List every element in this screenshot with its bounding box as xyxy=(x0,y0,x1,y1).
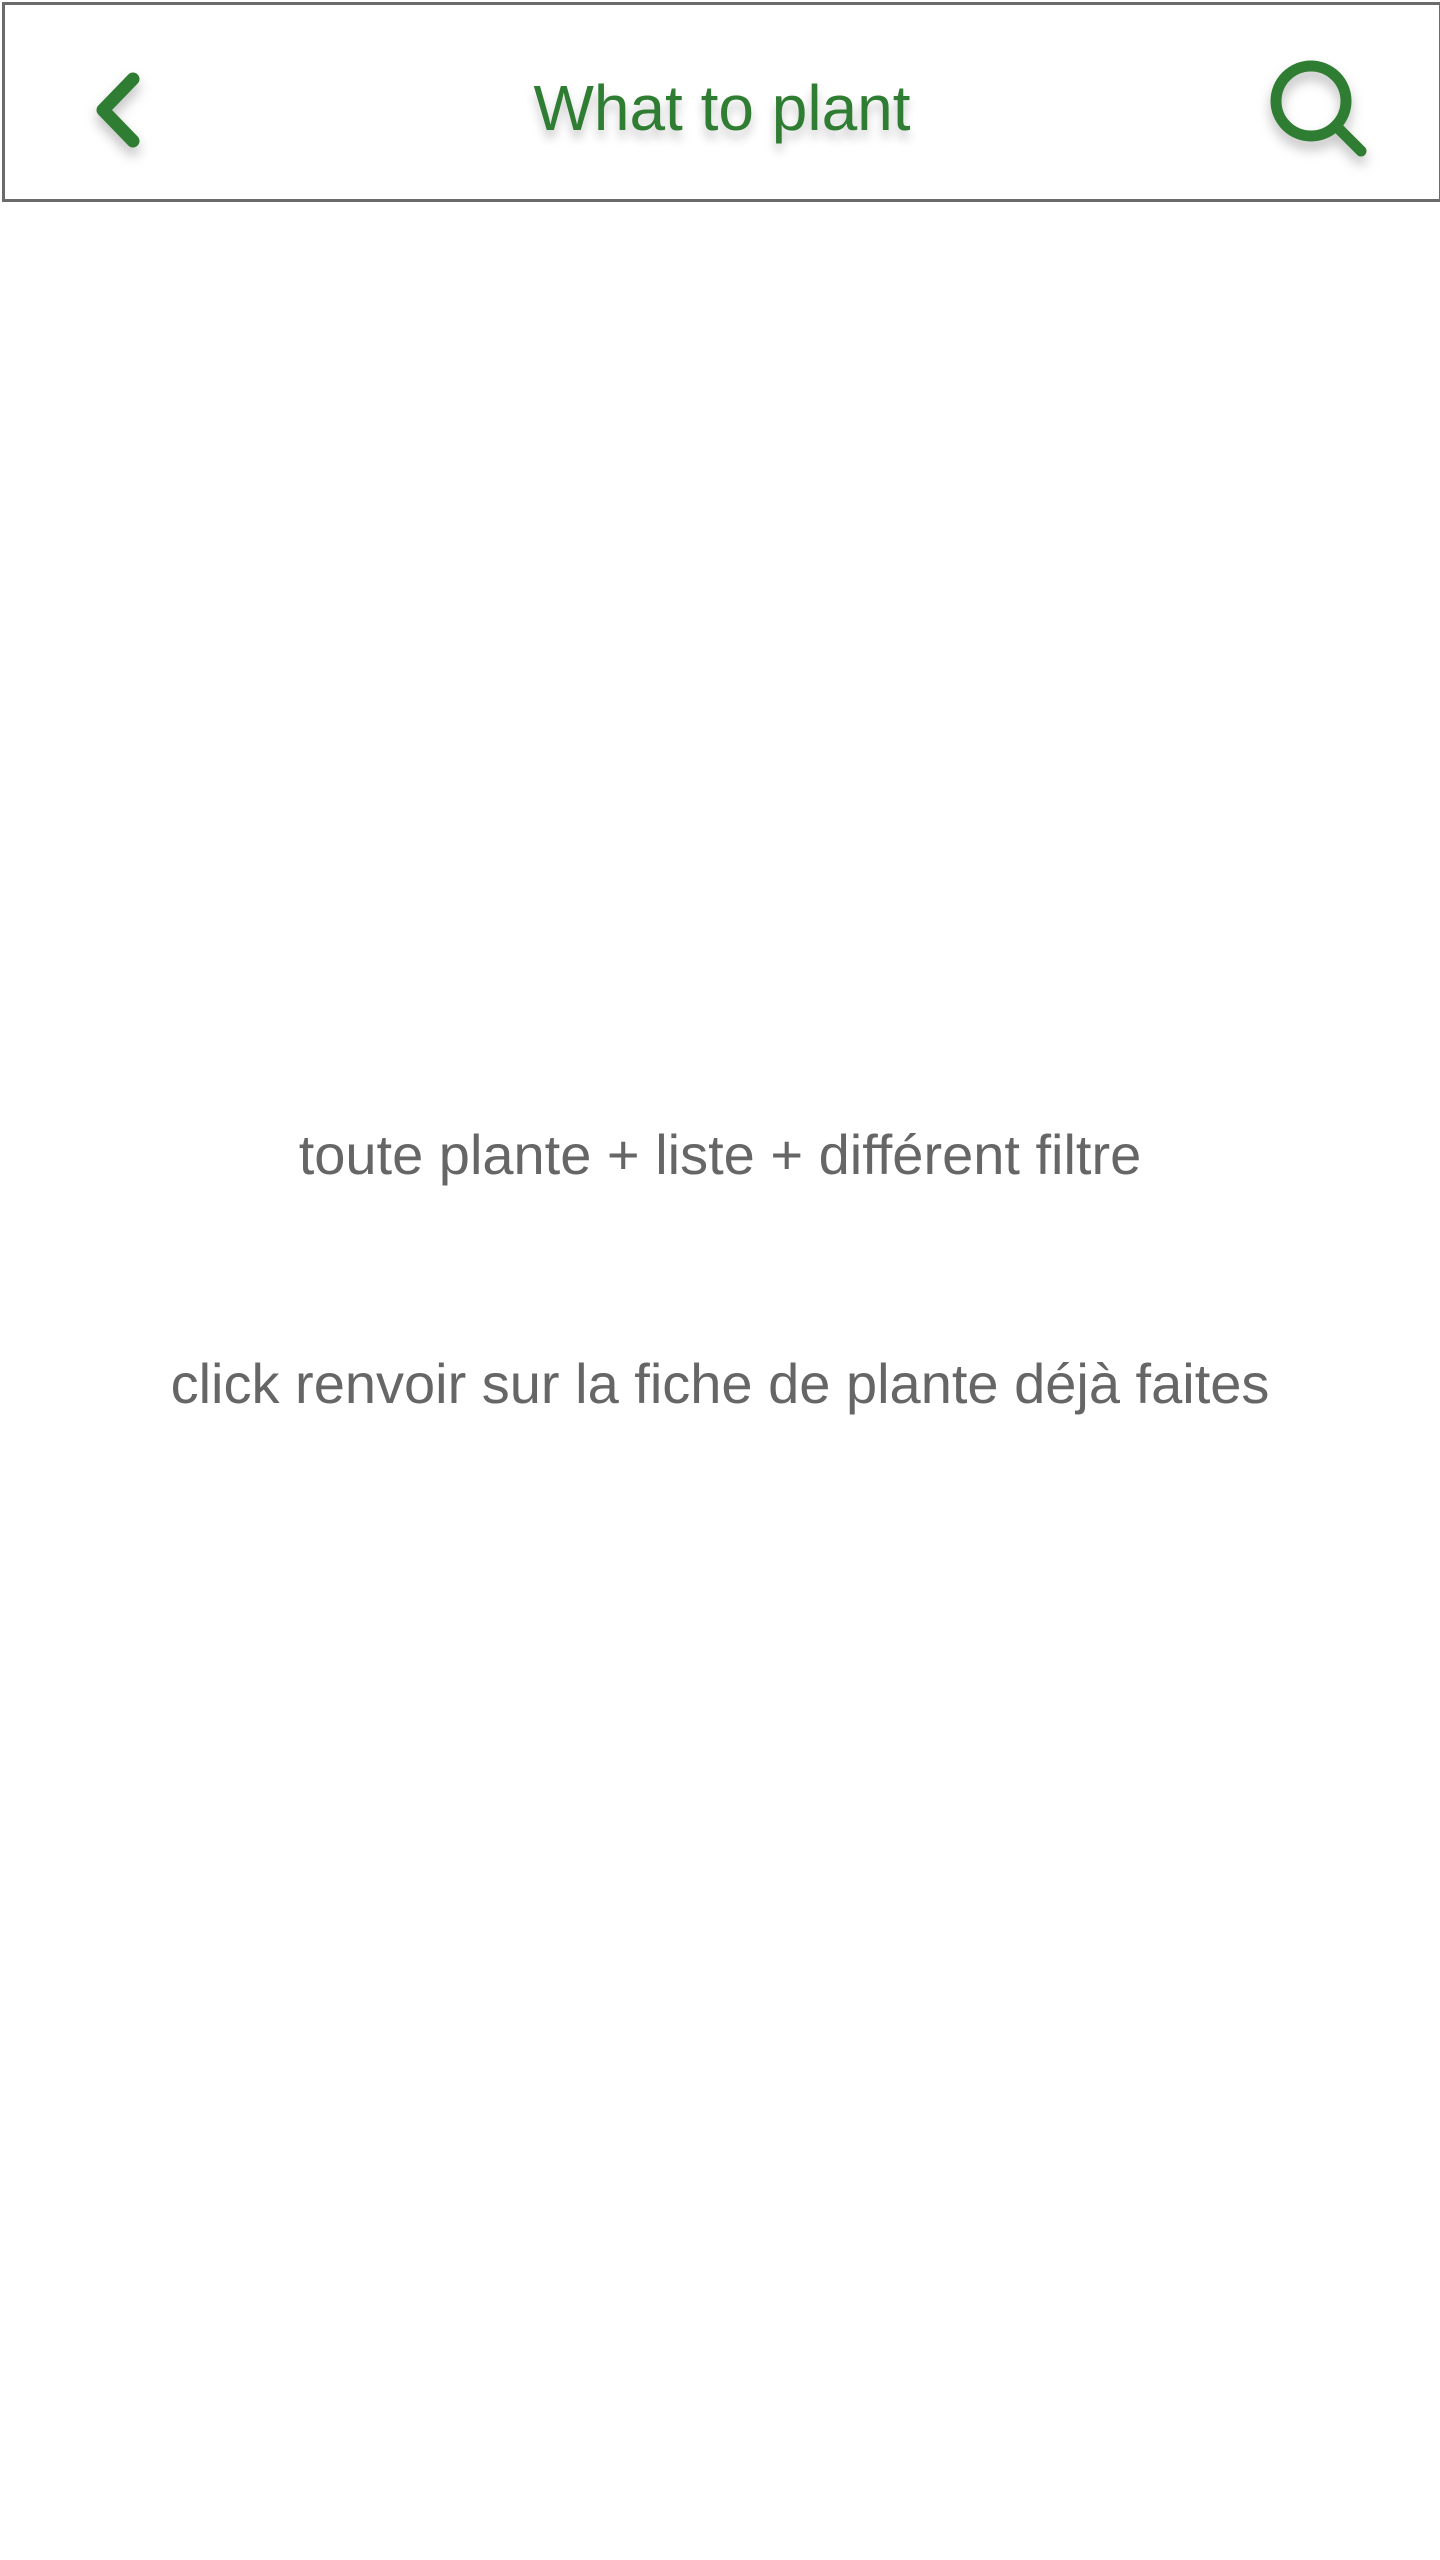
page-title: What to plant xyxy=(533,72,911,144)
placeholder-text-line: toute plante + liste + différent filtre xyxy=(298,1123,1142,1186)
search-icon xyxy=(1265,55,1375,165)
app-header: What to plant xyxy=(2,2,1440,202)
placeholder-text-line: click renvoir sur la fiche de plante déj… xyxy=(170,1352,1270,1415)
search-button[interactable] xyxy=(1255,45,1385,175)
